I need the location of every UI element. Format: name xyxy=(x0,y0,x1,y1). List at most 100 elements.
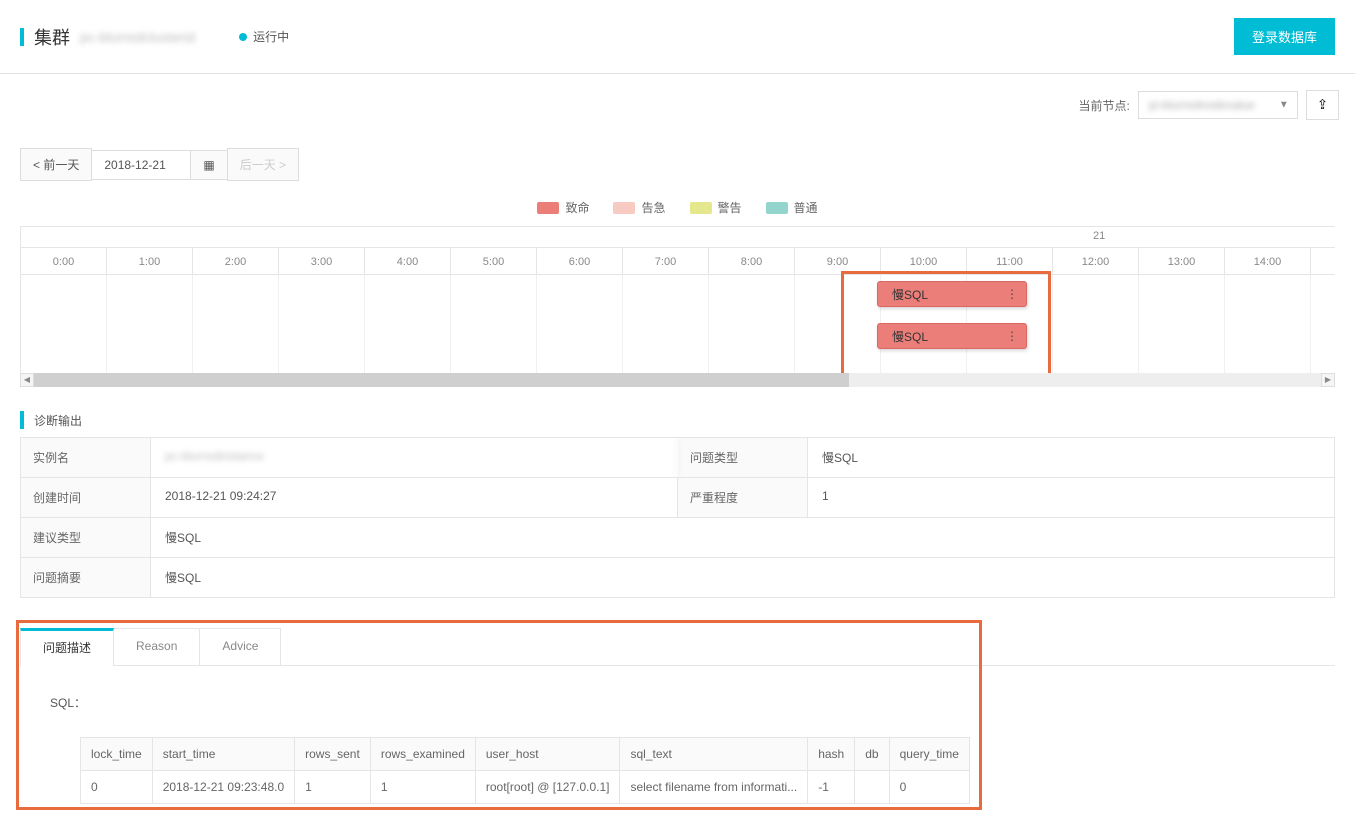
legend-label: 普通 xyxy=(794,199,818,216)
prev-day-label: 前一天 xyxy=(43,158,79,172)
event-label: 慢SQL xyxy=(892,286,928,303)
legend-item: 普通 xyxy=(766,199,818,216)
upload-icon: ⇪ xyxy=(1317,97,1328,112)
info-val: pc-blurredinstance xyxy=(151,438,678,477)
timeline-event[interactable]: 慢SQL ⋮ xyxy=(877,281,1027,307)
timeline-col xyxy=(1139,275,1225,373)
cluster-id: pc-blurredclusterid xyxy=(80,29,195,45)
info-key: 实例名 xyxy=(21,438,151,477)
swatch-icon xyxy=(690,202,712,214)
legend-item: 告急 xyxy=(613,199,665,216)
table-cell: 1 xyxy=(370,771,475,804)
timeline-col xyxy=(1053,275,1139,373)
timeline-hour: 3:00 xyxy=(279,248,365,274)
tab-reason[interactable]: Reason xyxy=(113,628,200,666)
timeline-hour: 5:00 xyxy=(451,248,537,274)
diag-title-block: 诊断输出 xyxy=(20,411,1335,429)
next-day-label: 后一天 xyxy=(240,158,276,172)
info-val: 1 xyxy=(808,478,1334,517)
node-select[interactable]: pi-blurrednodevalue ▼ xyxy=(1138,91,1298,119)
table-header: rows_sent xyxy=(295,738,371,771)
info-val: 慢SQL xyxy=(151,518,1334,557)
timeline-hour: 6:00 xyxy=(537,248,623,274)
chevron-right-icon: > xyxy=(276,158,286,172)
timeline-body: 慢SQL ⋮ 慢SQL ⋮ xyxy=(21,275,1335,373)
node-row: 当前节点: pi-blurrednodevalue ▼ ⇪ xyxy=(0,74,1355,148)
sql-table: lock_timestart_timerows_sentrows_examine… xyxy=(80,737,970,804)
content: 当前节点: pi-blurrednodevalue ▼ ⇪ < 前一天 ▦ 后一… xyxy=(0,74,1355,824)
event-label: 慢SQL xyxy=(892,328,928,345)
node-value: pi-blurrednodevalue xyxy=(1149,98,1255,112)
timeline-col xyxy=(795,275,881,373)
timeline-date-row: 21 xyxy=(21,227,1335,247)
upload-button[interactable]: ⇪ xyxy=(1306,90,1339,120)
page-title: 集群 xyxy=(34,24,70,50)
info-row: 实例名pc-blurredinstance问题类型慢SQL xyxy=(21,438,1334,478)
next-day-button[interactable]: 后一天 > xyxy=(227,148,299,181)
timeline-col xyxy=(279,275,365,373)
tab-area: 问题描述ReasonAdvice SQL： lock_timestart_tim… xyxy=(20,628,1335,814)
diag-title: 诊断输出 xyxy=(34,412,82,429)
timeline-hour: 4:00 xyxy=(365,248,451,274)
table-cell: 0 xyxy=(889,771,969,804)
table-cell: -1 xyxy=(808,771,855,804)
timeline-hour: 0:00 xyxy=(21,248,107,274)
timeline-col xyxy=(1225,275,1311,373)
table-cell: 0 xyxy=(81,771,153,804)
title-block: 集群 pc-blurredclusterid xyxy=(20,24,195,50)
timeline-hour: 7:00 xyxy=(623,248,709,274)
table-header: db xyxy=(855,738,889,771)
swatch-icon xyxy=(613,202,635,214)
chevron-down-icon: ▼ xyxy=(1279,100,1289,111)
timeline-col xyxy=(537,275,623,373)
login-db-button[interactable]: 登录数据库 xyxy=(1234,18,1335,55)
timeline-col xyxy=(451,275,537,373)
timeline-col xyxy=(107,275,193,373)
node-label: 当前节点: xyxy=(1078,97,1129,114)
info-key: 问题类型 xyxy=(678,438,808,477)
tab-body: SQL： lock_timestart_timerows_sentrows_ex… xyxy=(20,666,1335,814)
timeline-col xyxy=(21,275,107,373)
calendar-icon: ▦ xyxy=(203,158,214,172)
info-key: 创建时间 xyxy=(21,478,151,517)
timeline-col xyxy=(193,275,279,373)
swatch-icon xyxy=(766,202,788,214)
table-header: hash xyxy=(808,738,855,771)
info-val: 2018-12-21 09:24:27 xyxy=(151,478,678,517)
timeline-date-label: 21 xyxy=(1093,230,1105,242)
timeline-hour: 12:00 xyxy=(1053,248,1139,274)
table-header: start_time xyxy=(152,738,294,771)
scroll-right-icon[interactable]: ▶ xyxy=(1321,373,1335,387)
tab-advice[interactable]: Advice xyxy=(199,628,281,666)
timeline-hour: 14:00 xyxy=(1225,248,1311,274)
table-row: 02018-12-21 09:23:48.011root[root] @ [12… xyxy=(81,771,970,804)
timeline-hour: 11:00 xyxy=(967,248,1053,274)
sql-table-wrap: lock_timestart_timerows_sentrows_examine… xyxy=(80,737,1305,804)
calendar-button[interactable]: ▦ xyxy=(190,150,227,180)
table-cell: select filename from informati... xyxy=(620,771,808,804)
scroll-left-icon[interactable]: ◀ xyxy=(20,373,34,387)
info-val: 慢SQL xyxy=(151,558,1334,597)
info-key: 问题摘要 xyxy=(21,558,151,597)
timeline-col xyxy=(709,275,795,373)
timeline-col xyxy=(365,275,451,373)
timeline-scrollbar[interactable]: ◀ ▶ xyxy=(20,373,1335,387)
info-row: 创建时间2018-12-21 09:24:27严重程度1 xyxy=(21,478,1334,518)
tabs: 问题描述ReasonAdvice xyxy=(20,628,1335,666)
legend-item: 致命 xyxy=(537,199,589,216)
legend-label: 警告 xyxy=(718,199,742,216)
status-indicator: 运行中 xyxy=(239,28,289,45)
sql-label: SQL： xyxy=(50,694,1305,711)
info-key: 建议类型 xyxy=(21,518,151,557)
timeline-event[interactable]: 慢SQL ⋮ xyxy=(877,323,1027,349)
more-icon[interactable]: ⋮ xyxy=(1006,329,1016,343)
prev-day-button[interactable]: < 前一天 xyxy=(20,148,92,181)
legend-item: 警告 xyxy=(690,199,742,216)
table-header: rows_examined xyxy=(370,738,475,771)
more-icon[interactable]: ⋮ xyxy=(1006,287,1016,301)
scroll-thumb[interactable] xyxy=(34,373,849,387)
accent-bar xyxy=(20,28,24,46)
date-input[interactable] xyxy=(91,150,191,180)
tab-问题描述[interactable]: 问题描述 xyxy=(20,628,114,666)
table-cell: root[root] @ [127.0.0.1] xyxy=(475,771,620,804)
